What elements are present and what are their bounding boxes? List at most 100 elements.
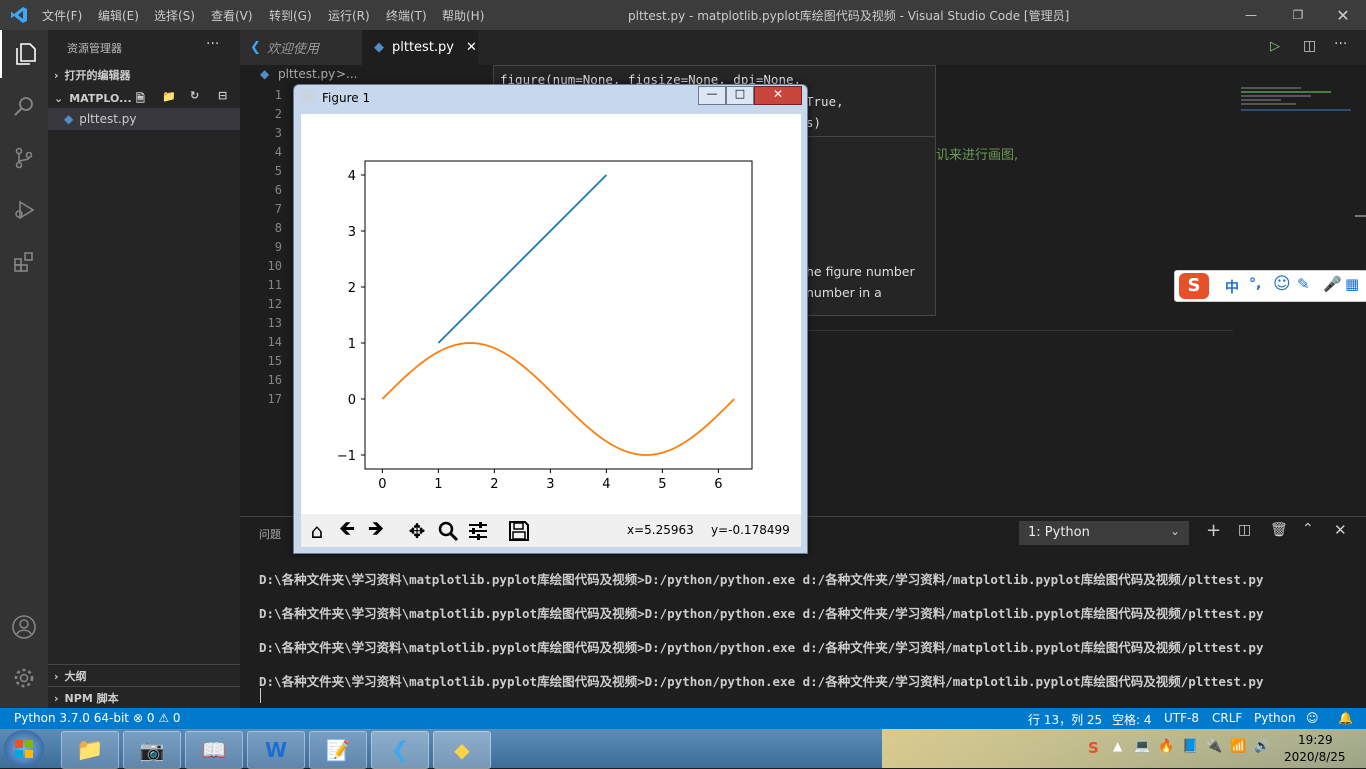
forward-button[interactable]: 🡺: [362, 516, 390, 545]
run-python-icon[interactable]: ▷: [1270, 39, 1280, 54]
back-button[interactable]: 🡸: [333, 516, 361, 545]
tab-problems[interactable]: 问题: [259, 526, 281, 542]
menu-terminal[interactable]: 终端(T): [386, 7, 427, 24]
figure-canvas[interactable]: 0 1 2 3 4 5 6 −1 0 1 2 3 4: [301, 114, 801, 514]
grid-menu-icon[interactable]: ▦: [1345, 275, 1359, 293]
menu-run[interactable]: 运行(R): [328, 7, 370, 24]
collapse-all-icon[interactable]: ⊟: [218, 89, 227, 102]
sogou-tray-icon[interactable]: S: [1088, 739, 1099, 757]
terminal-select[interactable]: 1: Python ⌄: [1019, 521, 1189, 545]
pen-icon[interactable]: ✎: [1297, 275, 1310, 293]
figure-minimize-button[interactable]: —: [698, 86, 726, 105]
python-interpreter[interactable]: Python 3.7.0 64-bit: [14, 711, 129, 725]
feedback-icon[interactable]: ☺: [1306, 711, 1319, 725]
taskbar-notepad[interactable]: 📝: [309, 731, 367, 769]
usb-tray-icon[interactable]: 🔌: [1206, 739, 1222, 754]
cursor-y-readout: y=-0.178499: [711, 523, 790, 537]
file-item-plttest[interactable]: ◆ plttest.py: [48, 108, 240, 130]
menu-edit[interactable]: 编辑(E): [98, 7, 139, 24]
accounts-button[interactable]: [0, 603, 48, 651]
tab-welcome[interactable]: ❮ 欢迎使用: [240, 30, 362, 65]
breadcrumb-file[interactable]: plttest.py: [278, 67, 335, 81]
restore-button[interactable]: ❐: [1275, 0, 1321, 30]
home-button[interactable]: ⌂: [303, 517, 331, 545]
chevron-up-icon[interactable]: ⌃: [1302, 521, 1314, 537]
taskbar-camera[interactable]: 📷: [123, 731, 181, 769]
start-button[interactable]: [4, 730, 44, 767]
volume-tray-icon[interactable]: 🔊: [1254, 739, 1270, 754]
refresh-icon[interactable]: ↻: [190, 89, 199, 102]
problems-count[interactable]: ⊗ 0 ⚠ 0: [133, 711, 181, 725]
new-folder-icon[interactable]: 📁: [162, 90, 176, 103]
more-actions-icon[interactable]: ···: [206, 36, 219, 52]
menu-view[interactable]: 查看(V): [211, 7, 253, 24]
terminal-line: D:\各种文件夹\学习资料\matplotlib.pyplot库绘图代码及视频>…: [259, 640, 1264, 655]
ime-punctuation-mode[interactable]: °,: [1249, 276, 1261, 292]
breadcrumb-more[interactable]: ...: [346, 67, 357, 81]
language-mode[interactable]: Python: [1254, 711, 1296, 725]
figure-close-button[interactable]: ✕: [754, 86, 802, 105]
close-window-button[interactable]: ✕: [1320, 0, 1366, 30]
line-ending[interactable]: CRLF: [1212, 711, 1242, 725]
line-number: 8: [274, 221, 282, 235]
close-tab-icon[interactable]: ✕: [466, 40, 477, 55]
open-editors-section[interactable]: › 打开的编辑器: [48, 64, 240, 86]
terminal-line: D:\各种文件夹\学习资料\matplotlib.pyplot库绘图代码及视频>…: [259, 606, 1264, 621]
more-actions-icon[interactable]: ···: [1334, 36, 1347, 52]
new-terminal-icon[interactable]: +: [1206, 520, 1221, 541]
menu-help[interactable]: 帮助(H): [442, 7, 484, 24]
signal-tray-icon[interactable]: 📶: [1230, 739, 1246, 754]
split-editor-icon[interactable]: ◫: [1303, 38, 1316, 54]
minimize-button[interactable]: —: [1228, 0, 1274, 30]
taskbar-vscode[interactable]: ❮: [371, 731, 429, 769]
configure-subplots-button[interactable]: [464, 517, 492, 545]
trash-icon[interactable]: 🗑: [1270, 522, 1288, 538]
microphone-icon[interactable]: 🎤: [1323, 275, 1342, 293]
folder-section[interactable]: ⌄ MATPLO... 🗎 📁 ↻ ⊟: [48, 87, 240, 109]
extensions-button[interactable]: [0, 238, 48, 286]
outline-section[interactable]: › 大纲: [48, 664, 240, 687]
split-terminal-icon[interactable]: ◫: [1238, 522, 1251, 538]
x-tick-label: 5: [658, 477, 666, 492]
window-title: plttest.py - matplotlib.pyplot库绘图代码及视频 -…: [628, 9, 1070, 23]
menu-file[interactable]: 文件(F): [42, 7, 82, 24]
cursor-position[interactable]: 行 13，列 25: [1028, 711, 1102, 728]
save-figure-button[interactable]: [505, 517, 533, 545]
x-tick-label: 4: [602, 477, 610, 492]
bell-icon[interactable]: 🔔: [1338, 711, 1353, 725]
zoom-button[interactable]: [434, 517, 462, 545]
explorer-button[interactable]: [0, 30, 50, 78]
new-file-icon[interactable]: 🗎: [136, 90, 145, 109]
tab-plttest[interactable]: ◆ plttest.py ✕: [362, 30, 478, 65]
source-control-button[interactable]: [0, 134, 48, 182]
pan-button[interactable]: ✥: [403, 517, 431, 545]
ime-chinese-mode[interactable]: 中: [1225, 277, 1239, 297]
series-line-0: [437, 174, 608, 344]
clock-date[interactable]: 2020/8/25: [1284, 750, 1346, 764]
account-icon: [12, 615, 36, 639]
taskbar-wps[interactable]: W: [247, 731, 305, 769]
reader-tray-icon[interactable]: 📘: [1182, 739, 1198, 754]
close-panel-icon[interactable]: ✕: [1334, 521, 1347, 539]
network-tray-icon[interactable]: 💻: [1134, 739, 1150, 754]
npm-scripts-section[interactable]: › NPM 脚本: [48, 686, 240, 709]
encoding[interactable]: UTF-8: [1164, 711, 1199, 725]
figure-maximize-button[interactable]: □: [726, 86, 754, 105]
taskbar-python[interactable]: ◆: [433, 731, 491, 769]
windows-logo-icon: [15, 739, 33, 758]
emoji-icon[interactable]: ☺: [1273, 274, 1291, 294]
taskbar-reader[interactable]: 📖: [185, 731, 243, 769]
menu-selection[interactable]: 选择(S): [154, 7, 195, 24]
line-number: 5: [274, 164, 282, 178]
flame-tray-icon[interactable]: 🔥: [1158, 739, 1174, 754]
indentation[interactable]: 空格: 4: [1112, 711, 1152, 728]
sogou-logo-icon[interactable]: S: [1179, 273, 1209, 299]
run-debug-button[interactable]: [0, 186, 48, 234]
manage-button[interactable]: [0, 654, 48, 702]
matplotlib-figure-window[interactable]: 🖼 Figure 1 — □ ✕ 0 1 2 3 4 5 6 −1 0 1 2 3 4 ⌂ 🡸 🡺 ✥ …: [293, 84, 808, 554]
clock-time[interactable]: 19:29: [1298, 733, 1333, 747]
taskbar-explorer[interactable]: 📁: [61, 731, 119, 769]
menu-go[interactable]: 转到(G): [269, 7, 312, 24]
search-button[interactable]: [0, 82, 48, 130]
tray-expand-icon[interactable]: ▲: [1113, 739, 1122, 753]
